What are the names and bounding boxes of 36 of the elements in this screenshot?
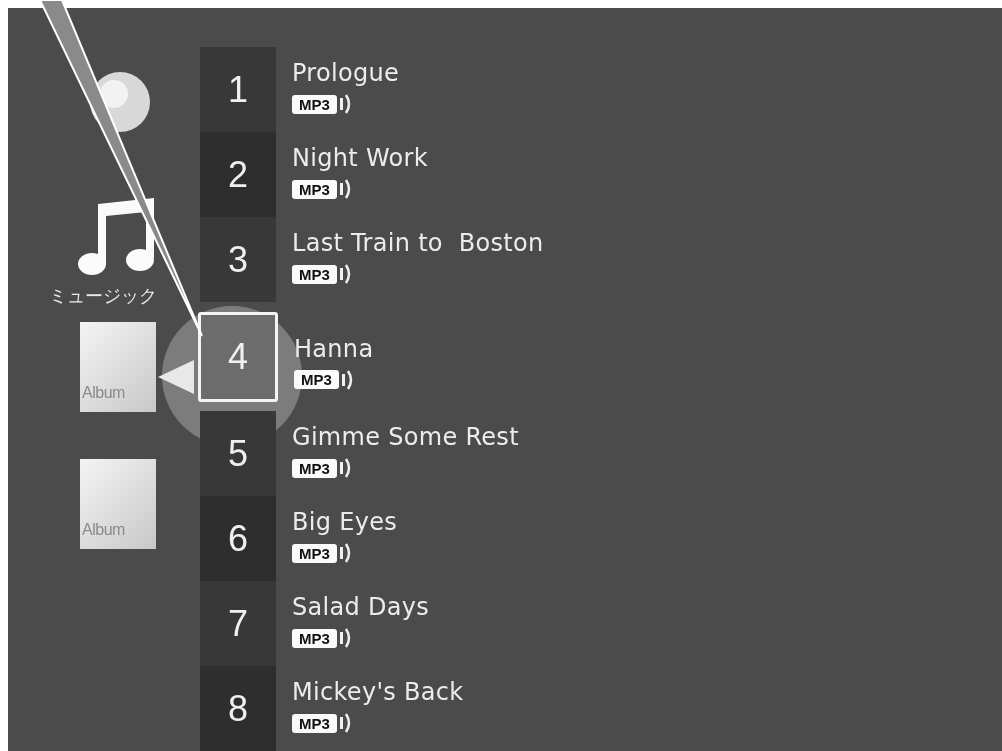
track-number[interactable]: 7 [200,581,276,666]
track-number[interactable]: 6 [200,496,276,581]
format-badge: MP3 [294,370,339,389]
track-number[interactable]: 3 [200,217,276,302]
track-number[interactable]: 1 [200,47,276,132]
sound-icon [339,93,352,115]
format-badge: MP3 [292,628,337,648]
sound-icon [339,178,352,200]
track-title[interactable]: Gimme Some Rest [292,423,519,451]
track-number[interactable]: 5 [200,411,276,496]
left-pointer-icon [158,360,194,394]
track-title[interactable]: Night Work [292,144,428,172]
album-label: Album [82,521,125,539]
track-number[interactable]: 4 [198,311,278,402]
track-title[interactable]: Salad Days [292,593,430,621]
track-number[interactable]: 2 [200,132,276,217]
sound-icon [339,457,352,479]
track-number[interactable]: 8 [200,666,276,751]
sound-icon [339,542,352,564]
format-badge: MP3 [292,543,337,563]
format-badge: MP3 [292,264,337,284]
format-badge: MP3 [292,179,337,199]
sound-icon [339,627,352,649]
track-title[interactable]: Mickey's Back [292,678,464,706]
track-title[interactable]: Prologue [292,59,400,87]
track-title[interactable]: Hanna [294,334,374,363]
category-label: ミュージック [49,284,157,308]
track-title[interactable]: Last Train to Boston [292,229,544,257]
sound-icon [339,712,352,734]
track-title[interactable]: Big Eyes [292,508,398,536]
sound-icon [339,263,352,285]
sound-icon [341,368,354,391]
format-badge: MP3 [292,458,337,478]
format-badge: MP3 [292,94,337,114]
format-badge: MP3 [292,713,337,733]
album-label: Album [82,384,125,402]
